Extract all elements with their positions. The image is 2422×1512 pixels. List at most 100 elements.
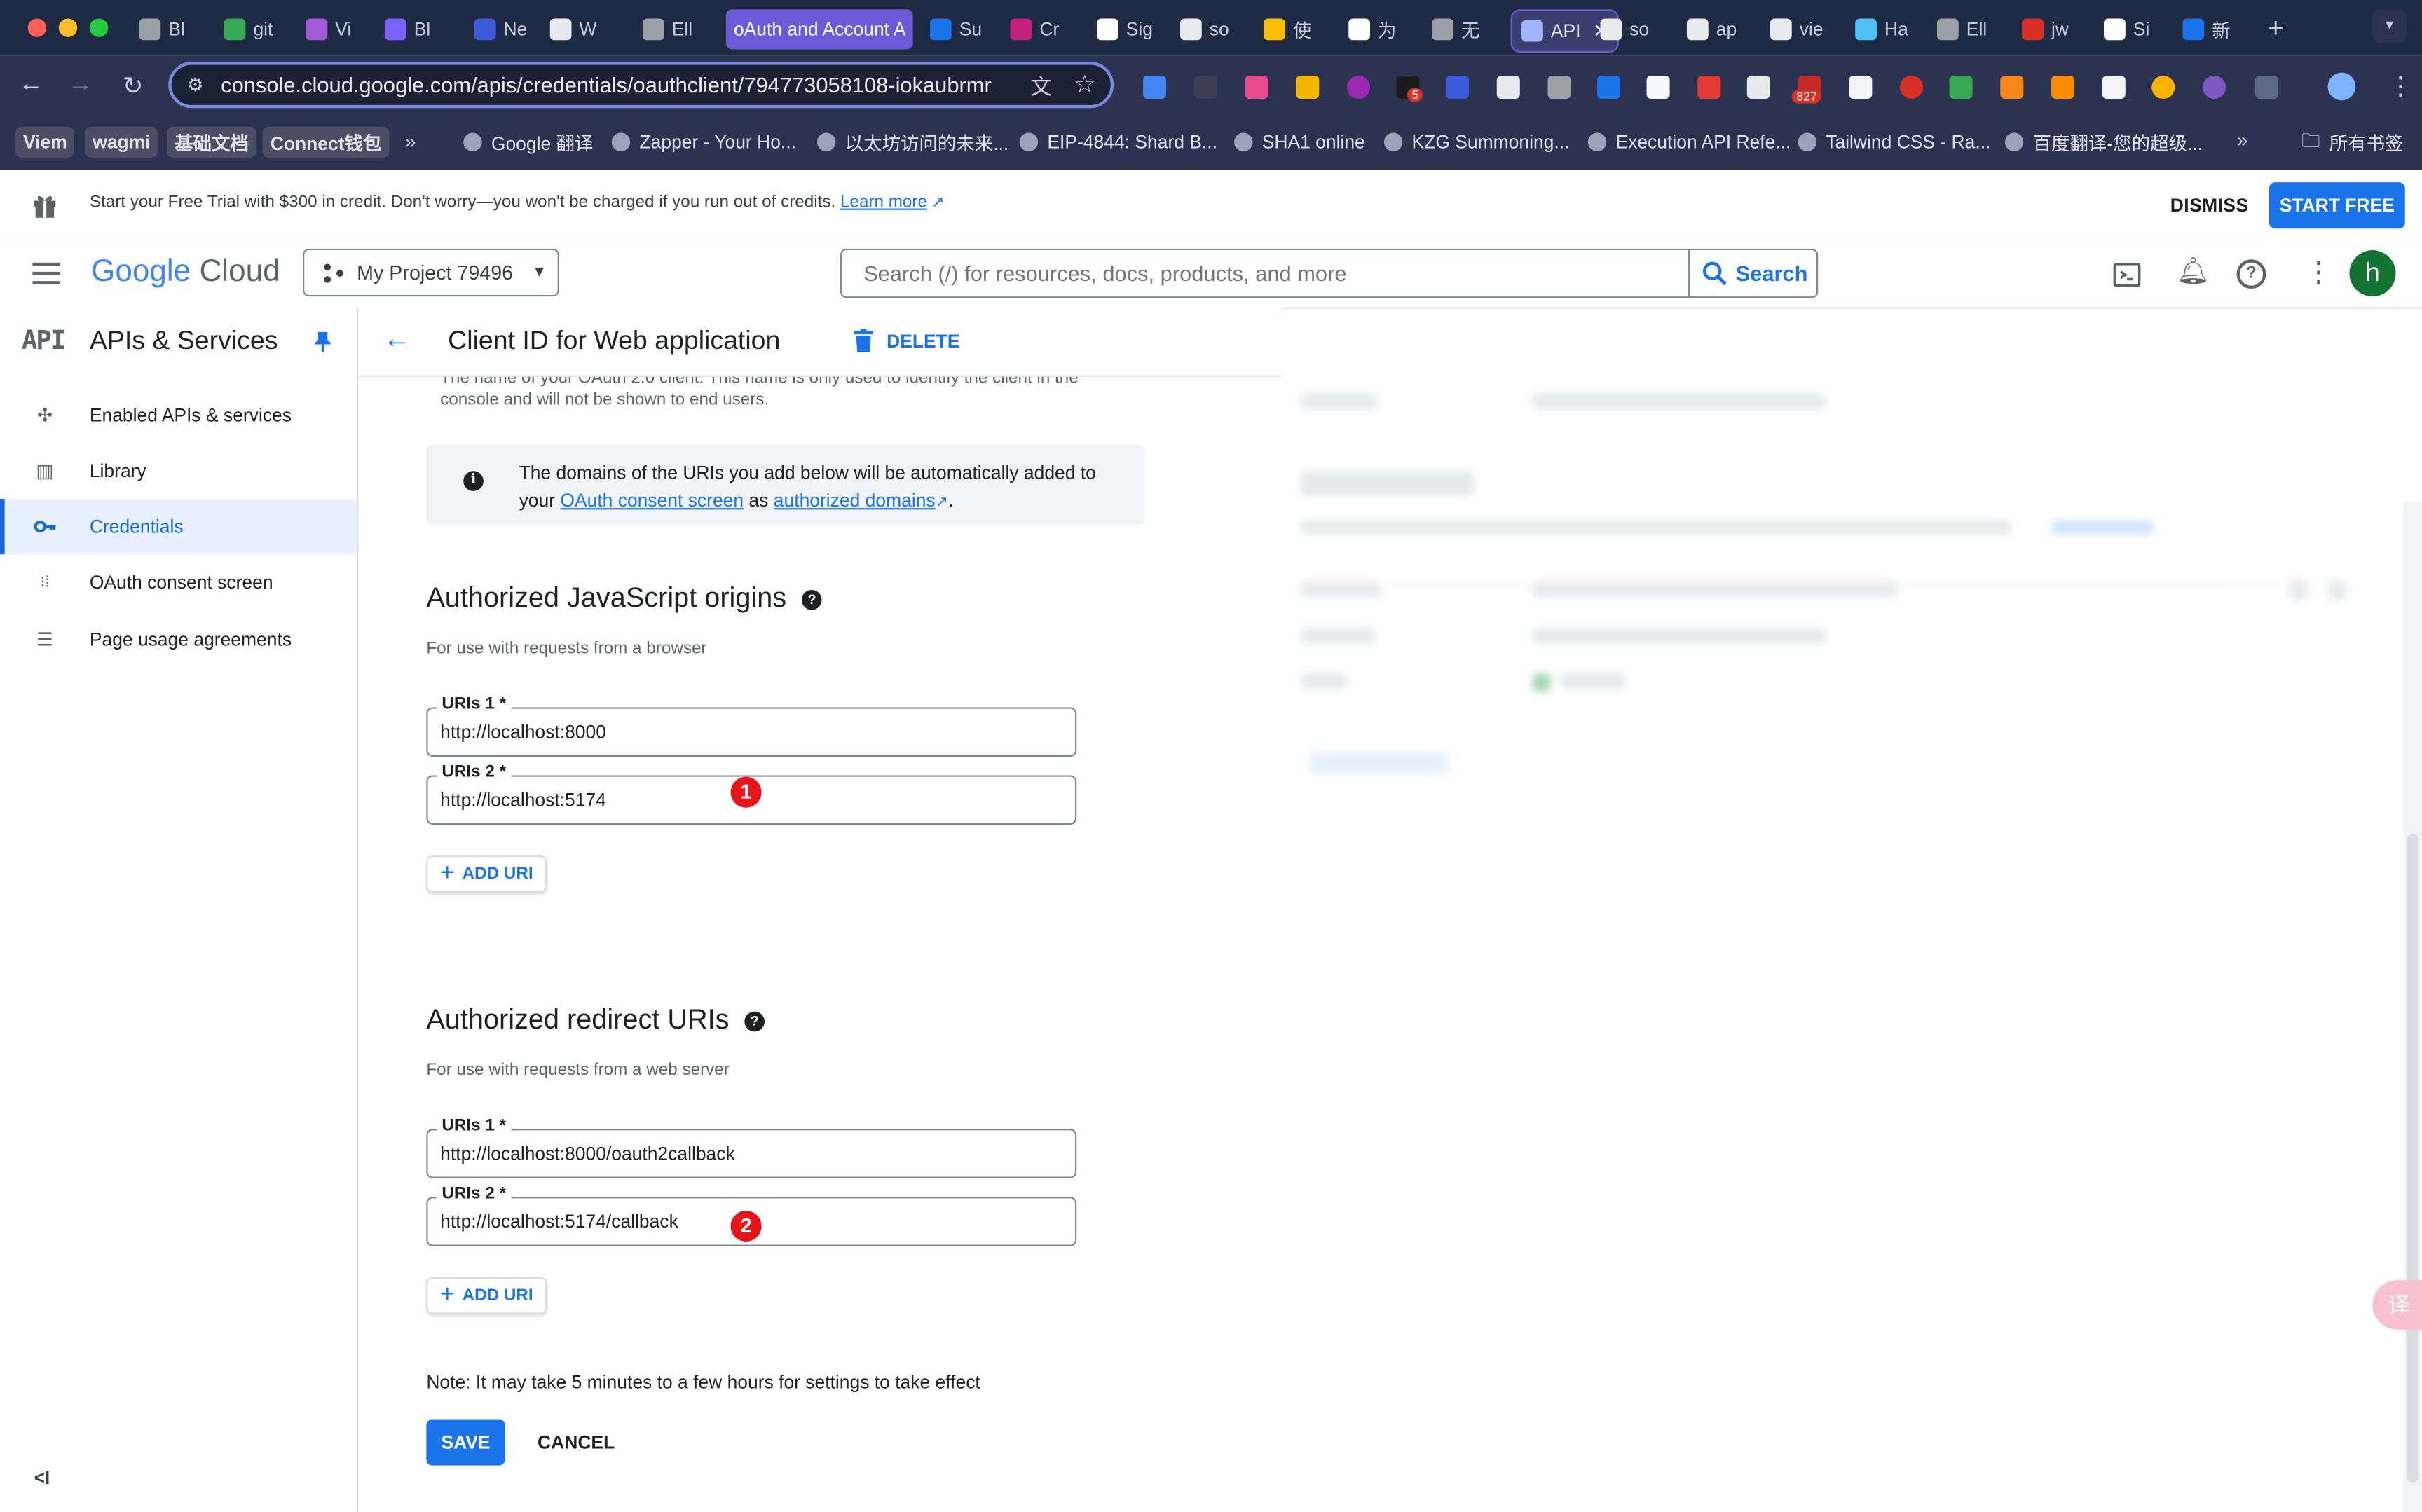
bookmark-item[interactable]: EIP-4844: Shard B... — [1019, 127, 1217, 158]
browser-menu-icon[interactable]: ⋮ — [2388, 71, 2413, 102]
scrollbar-thumb[interactable] — [2406, 834, 2419, 1483]
browser-tab[interactable]: 为 — [1348, 9, 1397, 49]
dismiss-button[interactable]: DISMISS — [2170, 195, 2249, 217]
sidebar-item-enabled-apis[interactable]: ✣ Enabled APIs & services — [0, 387, 357, 443]
browser-tab[interactable]: Cr — [1010, 9, 1059, 49]
bookmarks-pills-overflow-icon[interactable]: » — [404, 130, 416, 153]
browser-tab[interactable]: Su — [929, 9, 982, 49]
notifications-bell-icon[interactable]: 🔔︎ — [2177, 256, 2210, 287]
tab-search-chevron-icon[interactable]: ▾ — [2372, 9, 2407, 43]
bookmark-item[interactable]: KZG Summoning... — [1383, 127, 1569, 158]
extension-icon[interactable] — [2051, 76, 2075, 99]
help-icon[interactable]: ? — [2236, 259, 2266, 289]
address-bar[interactable]: ⚙ console.cloud.google.com/apis/credenti… — [168, 62, 1114, 109]
cloud-shell-icon[interactable] — [2113, 261, 2141, 289]
browser-tab[interactable]: Ell — [642, 9, 692, 49]
browser-tab[interactable]: Ne — [474, 9, 527, 49]
browser-tab[interactable]: Bl — [139, 9, 185, 49]
browser-tab[interactable]: Si — [2103, 9, 2149, 49]
extension-icon[interactable] — [1547, 76, 1571, 99]
pin-icon[interactable] — [313, 331, 331, 352]
learn-more-link[interactable]: Learn more — [840, 193, 927, 212]
bookmark-item[interactable]: SHA1 online — [1234, 127, 1365, 158]
extension-icon[interactable] — [2102, 76, 2126, 99]
delete-button[interactable]: DELETE — [854, 329, 959, 352]
bookmark-item[interactable]: Zapper - Your Ho... — [611, 127, 796, 158]
new-tab-icon[interactable]: + — [2268, 13, 2284, 45]
browser-tab[interactable]: vie — [1770, 9, 1824, 49]
bookmark-star-icon[interactable]: ☆ — [1074, 69, 1096, 100]
extension-icon[interactable] — [1296, 76, 1320, 99]
browser-tab[interactable]: Ha — [1855, 9, 1908, 49]
oauth-consent-link[interactable]: OAuth consent screen — [560, 490, 744, 511]
cancel-button[interactable]: CANCEL — [538, 1431, 615, 1453]
collapse-sidebar-icon[interactable]: <I — [34, 1467, 50, 1489]
bookmark-item[interactable]: Tailwind CSS - Ra... — [1798, 127, 1990, 158]
bookmark-item[interactable]: Viem — [15, 126, 75, 158]
browser-tab[interactable]: Ell — [1936, 9, 1987, 49]
browser-tab[interactable]: oAuth and Account A — [725, 9, 914, 50]
extension-icon[interactable] — [1143, 76, 1167, 99]
window-close-button[interactable] — [27, 18, 47, 37]
extension-icon[interactable] — [1446, 76, 1470, 99]
browser-tab[interactable]: 新 — [2182, 9, 2231, 49]
translate-icon[interactable]: 文 — [1030, 71, 1052, 102]
bookmark-item[interactable]: wagmi — [85, 126, 158, 158]
back-arrow-icon[interactable]: ← — [383, 323, 411, 355]
extension-icon[interactable] — [1697, 76, 1721, 99]
browser-tab[interactable]: 使 — [1263, 9, 1311, 49]
extension-icon[interactable] — [2151, 76, 2175, 99]
reload-icon[interactable]: ↻ — [118, 71, 149, 102]
bookmark-item[interactable]: Google 翻译 — [463, 127, 593, 158]
bookmarks-folder[interactable]: 🗀 所有书签 — [2301, 127, 2404, 158]
extension-icon[interactable] — [1346, 76, 1371, 99]
window-zoom-button[interactable] — [89, 18, 109, 37]
browser-tab[interactable]: ap — [1686, 9, 1737, 49]
sidebar-item-page-usage[interactable]: ☰ Page usage agreements — [0, 612, 357, 667]
add-redirect-uri-button[interactable]: + ADD URI — [426, 1277, 547, 1314]
search-input[interactable] — [842, 250, 1685, 297]
extensions-puzzle-icon[interactable] — [2255, 76, 2279, 99]
authorized-domains-link[interactable]: authorized domains — [774, 490, 936, 511]
forward-arrow-icon[interactable]: → — [65, 71, 96, 99]
bookmark-item[interactable]: 基础文档 — [167, 126, 256, 158]
profile-avatar[interactable] — [2327, 72, 2356, 101]
window-minimize-button[interactable] — [58, 18, 78, 37]
search-button[interactable]: Search — [1688, 250, 1819, 297]
browser-tab[interactable]: W — [549, 9, 596, 49]
project-picker[interactable]: My Project 79496 ▼ — [303, 248, 559, 297]
redirect-uri-1-input[interactable] — [427, 1130, 1076, 1177]
browser-tab[interactable]: so — [1600, 9, 1649, 49]
help-icon[interactable]: ? — [744, 1011, 765, 1031]
save-button[interactable]: SAVE — [426, 1419, 505, 1466]
bookmarks-overflow-icon[interactable]: » — [2237, 128, 2248, 151]
browser-tab[interactable]: git — [224, 9, 273, 49]
start-free-button[interactable]: START FREE — [2269, 182, 2405, 229]
extension-icon[interactable] — [1496, 76, 1520, 99]
add-js-origin-button[interactable]: + ADD URI — [426, 855, 547, 893]
js-origin-uri-1-input[interactable] — [427, 708, 1076, 755]
browser-tab[interactable]: Sig — [1096, 9, 1153, 49]
account-avatar[interactable]: h — [2349, 250, 2396, 297]
back-arrow-icon[interactable]: ← — [15, 71, 46, 99]
sidebar-item-library[interactable]: ▥ Library — [0, 444, 357, 499]
extension-icon[interactable] — [1746, 76, 1770, 99]
site-info-icon[interactable]: ⚙ — [187, 74, 204, 96]
hamburger-menu-icon[interactable] — [32, 262, 60, 284]
extension-icon[interactable] — [2000, 76, 2024, 99]
extension-icon[interactable] — [2203, 76, 2226, 99]
extension-icon[interactable] — [1900, 76, 1924, 99]
sidebar-item-credentials[interactable]: Credentials — [0, 498, 357, 555]
extension-icon[interactable] — [1646, 76, 1670, 99]
bookmark-item[interactable]: 百度翻译-您的超级... — [2004, 127, 2203, 158]
browser-tab[interactable]: jw — [2022, 9, 2069, 49]
extension-icon[interactable] — [1597, 76, 1621, 99]
bookmark-item[interactable]: Connect钱包 — [262, 126, 390, 158]
bookmark-item[interactable]: Execution API Refe... — [1587, 127, 1791, 158]
translate-widget-icon[interactable]: 译 — [2372, 1280, 2422, 1330]
extension-icon[interactable] — [1193, 76, 1217, 99]
bookmark-item[interactable]: 以太坊访问的未来... — [816, 127, 1008, 158]
extension-icon[interactable] — [1245, 76, 1268, 99]
help-icon[interactable]: ? — [802, 589, 822, 610]
browser-tab[interactable]: Vi — [306, 9, 351, 49]
